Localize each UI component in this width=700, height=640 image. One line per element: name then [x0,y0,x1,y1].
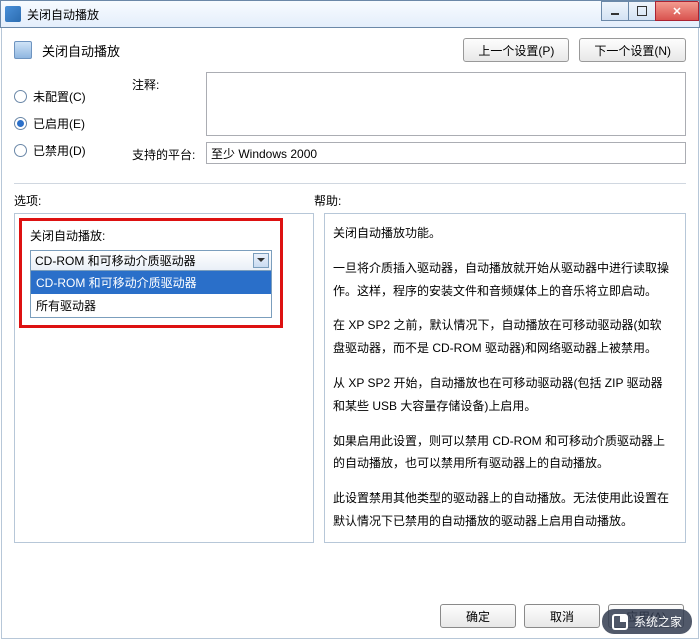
minimize-button[interactable] [601,1,629,21]
comment-textarea[interactable] [206,72,686,136]
titlebar: 关闭自动播放 [0,0,700,28]
dropdown-item-all-drives[interactable]: 所有驱动器 [31,294,271,317]
radio-label: 已启用(E) [33,115,85,132]
radio-not-configured[interactable]: 未配置(C) [14,88,114,105]
options-panel: 关闭自动播放: CD-ROM 和可移动介质驱动器 CD-ROM 和可移动介质驱动… [14,213,314,543]
help-paragraph: 关闭自动播放功能。 [333,222,673,245]
combobox-value: CD-ROM 和可移动介质驱动器 [35,252,196,269]
comment-label: 注释: [132,72,196,93]
apply-button[interactable]: 应用(A) [608,604,684,628]
ok-button[interactable]: 确定 [440,604,516,628]
help-paragraph: 在 XP SP2 之前，默认情况下，自动播放在可移动驱动器(如软盘驱动器，而不是… [333,314,673,360]
policy-icon [14,41,32,59]
help-paragraph: 如果启用此设置，则可以禁用 CD-ROM 和可移动介质驱动器上的自动播放，也可以… [333,430,673,476]
window-controls [602,1,699,21]
lower-panels: 关闭自动播放: CD-ROM 和可移动介质驱动器 CD-ROM 和可移动介质驱动… [2,213,698,543]
radio-label: 已禁用(D) [33,142,86,159]
radio-enabled[interactable]: 已启用(E) [14,115,114,132]
next-setting-button[interactable]: 下一个设置(N) [579,38,686,62]
help-text: 关闭自动播放功能。一旦将介质插入驱动器，自动播放就开始从驱动器中进行读取操作。这… [331,220,679,536]
maximize-button[interactable] [628,1,656,21]
fields-column: 注释: 支持的平台: [132,72,686,169]
comment-field-row: 注释: [132,72,686,136]
section-headers: 选项: 帮助: [2,188,698,213]
help-paragraph: 此设置禁用其他类型的驱动器上的自动播放。无法使用此设置在默认情况下已禁用的自动播… [333,487,673,533]
app-icon [5,6,21,22]
previous-setting-button[interactable]: 上一个设置(P) [463,38,569,62]
supported-field-row: 支持的平台: [132,142,686,164]
divider [14,183,686,184]
options-header: 选项: [14,192,314,209]
supported-label: 支持的平台: [132,142,196,163]
supported-input[interactable] [206,142,686,164]
header-row: 关闭自动播放 上一个设置(P) 下一个设置(N) [2,28,698,68]
dropdown-item-cdrom[interactable]: CD-ROM 和可移动介质驱动器 [31,271,271,294]
chevron-down-icon [253,253,269,268]
radio-label: 未配置(C) [33,88,86,105]
autoplay-scope-combobox[interactable]: CD-ROM 和可移动介质驱动器 [30,250,272,271]
help-paragraph: 从 XP SP2 开始，自动播放也在可移动驱动器(包括 ZIP 驱动器和某些 U… [333,372,673,418]
dialog-buttons: 确定 取消 应用(A) [440,604,684,628]
page-title: 关闭自动播放 [42,41,453,60]
highlight-box: 关闭自动播放: CD-ROM 和可移动介质驱动器 CD-ROM 和可移动介质驱动… [19,218,283,328]
autoplay-scope-dropdown: CD-ROM 和可移动介质驱动器 所有驱动器 [30,271,272,318]
cancel-button[interactable]: 取消 [524,604,600,628]
client-area: 关闭自动播放 上一个设置(P) 下一个设置(N) 未配置(C) 已启用(E) 已… [1,28,699,639]
radio-disabled[interactable]: 已禁用(D) [14,142,114,159]
close-button[interactable] [655,1,699,21]
radio-icon [14,90,27,103]
radio-icon [14,144,27,157]
help-header: 帮助: [314,192,341,209]
radio-column: 未配置(C) 已启用(E) 已禁用(D) [14,72,114,169]
help-panel: 关闭自动播放功能。一旦将介质插入驱动器，自动播放就开始从驱动器中进行读取操作。这… [324,213,686,543]
config-area: 未配置(C) 已启用(E) 已禁用(D) 注释: 支持的平台: [2,68,698,169]
help-paragraph: 一旦将介质插入驱动器，自动播放就开始从驱动器中进行读取操作。这样，程序的安装文件… [333,257,673,303]
autoplay-option-label: 关闭自动播放: [30,227,272,244]
window-title: 关闭自动播放 [27,6,99,23]
radio-icon [14,117,27,130]
